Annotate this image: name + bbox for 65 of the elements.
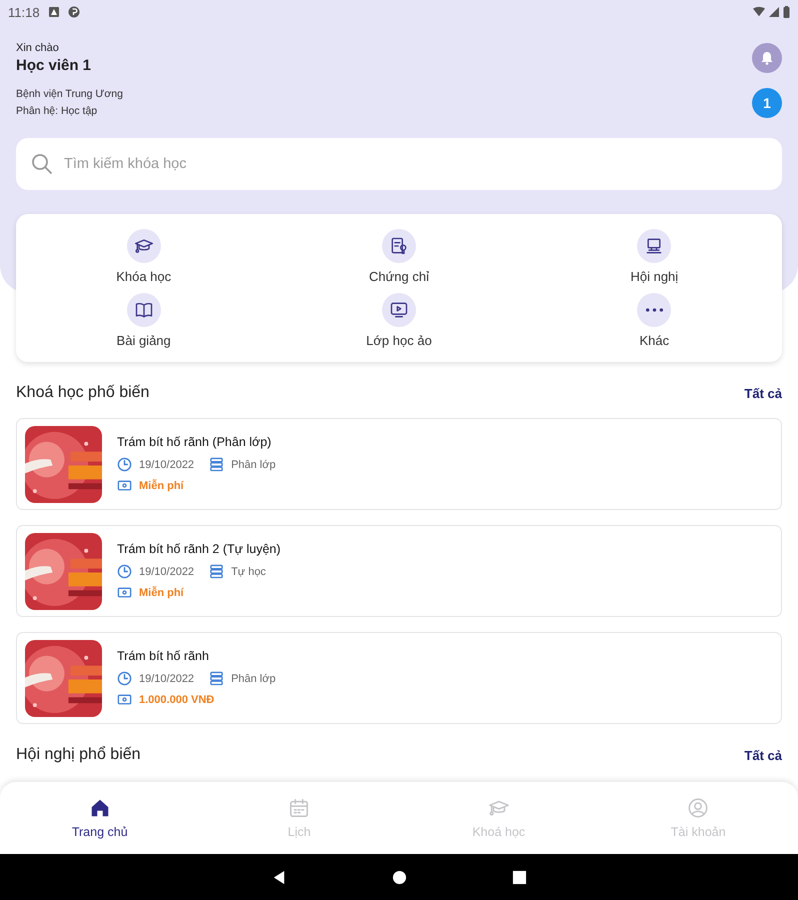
menu-button[interactable] bbox=[126, 293, 161, 327]
menu-button[interactable] bbox=[637, 229, 672, 263]
course-price: Miễn phí bbox=[139, 586, 184, 598]
course-price: Miễn phí bbox=[139, 480, 184, 492]
notification-button[interactable] bbox=[752, 43, 782, 73]
clock-icon bbox=[117, 671, 132, 686]
certificate-icon bbox=[388, 236, 409, 256]
course-title: Trám bít hố rãnh (Phân lớp) bbox=[117, 435, 272, 449]
clock-icon bbox=[117, 564, 132, 579]
menu-button[interactable] bbox=[382, 229, 416, 263]
clock-icon bbox=[117, 457, 132, 472]
ticket-icon bbox=[117, 478, 132, 493]
signal-icon bbox=[768, 6, 780, 18]
course-title: Trám bít hố rãnh 2 (Tự luyện) bbox=[117, 542, 281, 556]
user-name: Học viên 1 bbox=[16, 57, 92, 74]
stack-icon bbox=[209, 564, 224, 579]
recents-icon[interactable] bbox=[512, 870, 526, 884]
course-date: 19/10/2022 bbox=[139, 458, 194, 470]
book-icon bbox=[134, 300, 154, 320]
nav-tab[interactable]: Trang chủ bbox=[0, 782, 200, 854]
ticket-icon bbox=[117, 692, 132, 707]
video-screen-icon bbox=[388, 300, 409, 320]
menu-label[interactable]: Hội nghị bbox=[630, 269, 678, 284]
count-badge: 1 bbox=[752, 88, 782, 118]
more-icon bbox=[646, 308, 663, 312]
back-icon[interactable] bbox=[272, 870, 286, 884]
menu-button[interactable] bbox=[126, 229, 161, 263]
menu-button[interactable] bbox=[382, 293, 416, 327]
greeting-text: Xin chào bbox=[16, 42, 60, 54]
section-title: Hội nghị phổ biến bbox=[16, 746, 141, 764]
account-icon bbox=[687, 797, 710, 819]
course-date: 19/10/2022 bbox=[139, 672, 194, 684]
status-time: 11:18 bbox=[8, 4, 40, 20]
course-type: Tự học bbox=[231, 566, 266, 578]
course-price: 1.000.000 VNĐ bbox=[139, 694, 214, 706]
stack-icon bbox=[209, 457, 224, 472]
organization-text: Bệnh viện Trung Ương bbox=[16, 88, 123, 100]
ticket-icon bbox=[117, 585, 132, 600]
course-type: Phân lớp bbox=[231, 458, 276, 470]
menu-button[interactable] bbox=[637, 293, 672, 327]
menu-label[interactable]: Chứng chỉ bbox=[368, 269, 429, 284]
menu-label[interactable]: Lớp học ảo bbox=[366, 333, 432, 348]
course-type: Phân lớp bbox=[231, 672, 276, 684]
app-status-icon bbox=[68, 6, 80, 18]
course-date: 19/10/2022 bbox=[139, 566, 194, 578]
menu-label[interactable]: Bài giảng bbox=[116, 333, 171, 348]
section-title: Khoá học phố biến bbox=[16, 384, 150, 402]
search-field[interactable]: Tìm kiếm khóa học bbox=[16, 138, 782, 190]
course-title: Trám bít hố rãnh bbox=[117, 649, 210, 663]
subsystem-text: Phân hệ: Học tập bbox=[16, 105, 98, 117]
calendar-icon bbox=[288, 797, 310, 819]
bell-icon bbox=[759, 50, 775, 66]
see-all-link[interactable]: Tất cả bbox=[744, 748, 782, 762]
see-all-link[interactable]: Tất cả bbox=[744, 386, 782, 400]
course-card[interactable]: Trám bít hố rãnh 19/10/2022 Phân lớp 1.000.000 VNĐ bbox=[16, 632, 782, 724]
wifi-icon bbox=[753, 6, 765, 18]
menu-label[interactable]: Khác bbox=[640, 333, 670, 348]
computer-icon bbox=[644, 236, 664, 256]
course-card[interactable]: Trám bít hố rãnh (Phân lớp) 19/10/2022 Phân lớp Miễn phí bbox=[16, 418, 782, 510]
battery-icon bbox=[783, 6, 790, 18]
course-card[interactable]: Trám bít hố rãnh 2 (Tự luyện) 19/10/2022 Tự học Miễn phí bbox=[16, 525, 782, 617]
notification-icon bbox=[48, 6, 60, 18]
stack-icon bbox=[209, 671, 224, 686]
menu-label[interactable]: Khóa học bbox=[116, 269, 172, 284]
home-button-icon[interactable] bbox=[392, 870, 406, 884]
